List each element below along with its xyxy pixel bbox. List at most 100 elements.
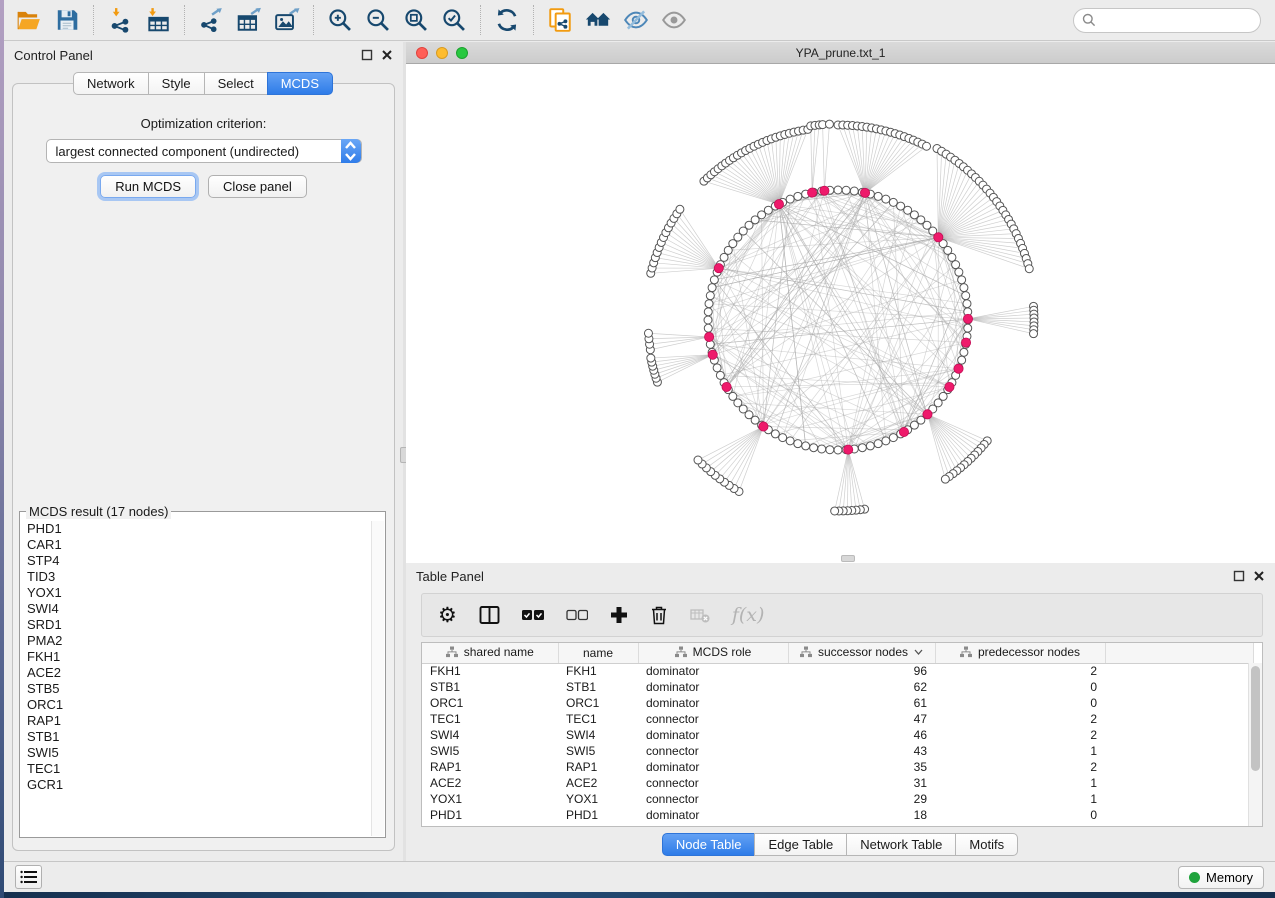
export-table-button[interactable]: [230, 3, 268, 37]
refresh-button[interactable]: [488, 3, 526, 37]
mcds-hub-node[interactable]: [820, 186, 829, 195]
network-node[interactable]: [676, 205, 684, 213]
tab-select[interactable]: Select: [204, 72, 268, 95]
network-node[interactable]: [958, 276, 966, 284]
network-node[interactable]: [834, 186, 842, 194]
mcds-hub-node[interactable]: [860, 188, 869, 197]
add-column-button[interactable]: [610, 606, 628, 624]
tab-edge-table[interactable]: Edge Table: [754, 833, 847, 856]
network-window-titlebar[interactable]: YPA_prune.txt_1: [406, 42, 1275, 64]
hide-selected-button[interactable]: [617, 3, 655, 37]
network-node[interactable]: [960, 348, 968, 356]
network-node[interactable]: [960, 284, 968, 292]
mcds-node-item[interactable]: TID3: [27, 569, 371, 585]
mcds-node-item[interactable]: ORC1: [27, 697, 371, 713]
network-node[interactable]: [825, 120, 833, 128]
open-file-button[interactable]: [10, 3, 48, 37]
zoom-fit-button[interactable]: [397, 3, 435, 37]
column-browser-button[interactable]: [479, 605, 500, 625]
network-node[interactable]: [955, 268, 963, 276]
mcds-hub-node[interactable]: [954, 364, 963, 373]
network-node[interactable]: [704, 316, 712, 324]
network-node[interactable]: [644, 329, 652, 337]
network-node[interactable]: [866, 442, 874, 450]
table-row[interactable]: SWI5SWI5connector431: [422, 743, 1254, 759]
network-node[interactable]: [962, 292, 970, 300]
network-node[interactable]: [710, 276, 718, 284]
mcds-node-item[interactable]: FKH1: [27, 649, 371, 665]
network-node[interactable]: [941, 475, 949, 483]
zoom-in-button[interactable]: [321, 3, 359, 37]
network-node[interactable]: [704, 308, 712, 316]
network-node[interactable]: [923, 142, 931, 150]
first-neighbors-button[interactable]: [579, 3, 617, 37]
table-row[interactable]: SWI4SWI4dominator462: [422, 727, 1254, 743]
mcds-hub-node[interactable]: [963, 314, 972, 323]
mcds-hub-node[interactable]: [774, 200, 783, 209]
network-node[interactable]: [882, 437, 890, 445]
mcds-node-item[interactable]: STB1: [27, 729, 371, 745]
network-node[interactable]: [779, 434, 787, 442]
column-header-successor-nodes[interactable]: successor nodes: [788, 643, 935, 663]
network-node[interactable]: [963, 300, 971, 308]
select-all-button[interactable]: [522, 609, 544, 621]
network-node[interactable]: [706, 292, 714, 300]
table-row[interactable]: STB1STB1dominator620: [422, 679, 1254, 695]
import-network-button[interactable]: [101, 3, 139, 37]
network-node[interactable]: [882, 195, 890, 203]
network-node[interactable]: [708, 284, 716, 292]
tab-motifs[interactable]: Motifs: [955, 833, 1018, 856]
mcds-list-scrollbar[interactable]: [371, 521, 384, 836]
mcds-hub-node[interactable]: [945, 382, 954, 391]
network-node[interactable]: [874, 192, 882, 200]
column-header-name[interactable]: name: [558, 643, 638, 663]
float-panel-icon[interactable]: [1233, 570, 1245, 582]
mcds-node-item[interactable]: PMA2: [27, 633, 371, 649]
network-node[interactable]: [716, 371, 724, 379]
tab-node-table[interactable]: Node Table: [662, 833, 756, 856]
save-session-button[interactable]: [48, 3, 86, 37]
network-node[interactable]: [1030, 330, 1038, 338]
ui-components-menu-button[interactable]: [15, 865, 42, 889]
network-node[interactable]: [858, 444, 866, 452]
network-node[interactable]: [786, 437, 794, 445]
network-node[interactable]: [705, 300, 713, 308]
network-view[interactable]: [406, 64, 1275, 563]
column-header-shared-name[interactable]: shared name: [422, 643, 558, 663]
mcds-node-item[interactable]: RAP1: [27, 713, 371, 729]
network-node[interactable]: [964, 324, 972, 332]
mcds-hub-node[interactable]: [807, 188, 816, 197]
mcds-node-item[interactable]: SWI4: [27, 601, 371, 617]
mcds-hub-node[interactable]: [722, 382, 731, 391]
network-node[interactable]: [1025, 265, 1033, 273]
mcds-hub-node[interactable]: [961, 338, 970, 347]
mcds-node-item[interactable]: TEC1: [27, 761, 371, 777]
import-table-button[interactable]: [139, 3, 177, 37]
network-node[interactable]: [842, 186, 850, 194]
network-node[interactable]: [713, 364, 721, 372]
table-row[interactable]: ACE2ACE2connector311: [422, 775, 1254, 791]
mcds-hub-node[interactable]: [708, 350, 717, 359]
column-header-predecessor-nodes[interactable]: predecessor nodes: [935, 643, 1105, 663]
mcds-hub-node[interactable]: [705, 332, 714, 341]
tab-network-table[interactable]: Network Table: [846, 833, 956, 856]
zoom-out-button[interactable]: [359, 3, 397, 37]
horizontal-splitter-grip[interactable]: [841, 555, 855, 562]
mcds-hub-node[interactable]: [899, 427, 908, 436]
network-node[interactable]: [831, 507, 839, 515]
network-node[interactable]: [810, 444, 818, 452]
network-node[interactable]: [889, 198, 897, 206]
network-node[interactable]: [834, 446, 842, 454]
tab-mcds[interactable]: MCDS: [267, 72, 333, 95]
mcds-node-item[interactable]: STP4: [27, 553, 371, 569]
close-panel-icon[interactable]: [1253, 570, 1265, 582]
table-row[interactable]: YOX1YOX1connector291: [422, 791, 1254, 807]
mcds-node-item[interactable]: PHD1: [27, 521, 371, 537]
network-node[interactable]: [786, 195, 794, 203]
mcds-hub-node[interactable]: [759, 422, 768, 431]
mcds-node-item[interactable]: CAR1: [27, 537, 371, 553]
run-mcds-button[interactable]: Run MCDS: [100, 175, 196, 198]
memory-button[interactable]: Memory: [1178, 866, 1264, 889]
mcds-node-item[interactable]: GCR1: [27, 777, 371, 793]
duplicate-network-button[interactable]: [541, 3, 579, 37]
